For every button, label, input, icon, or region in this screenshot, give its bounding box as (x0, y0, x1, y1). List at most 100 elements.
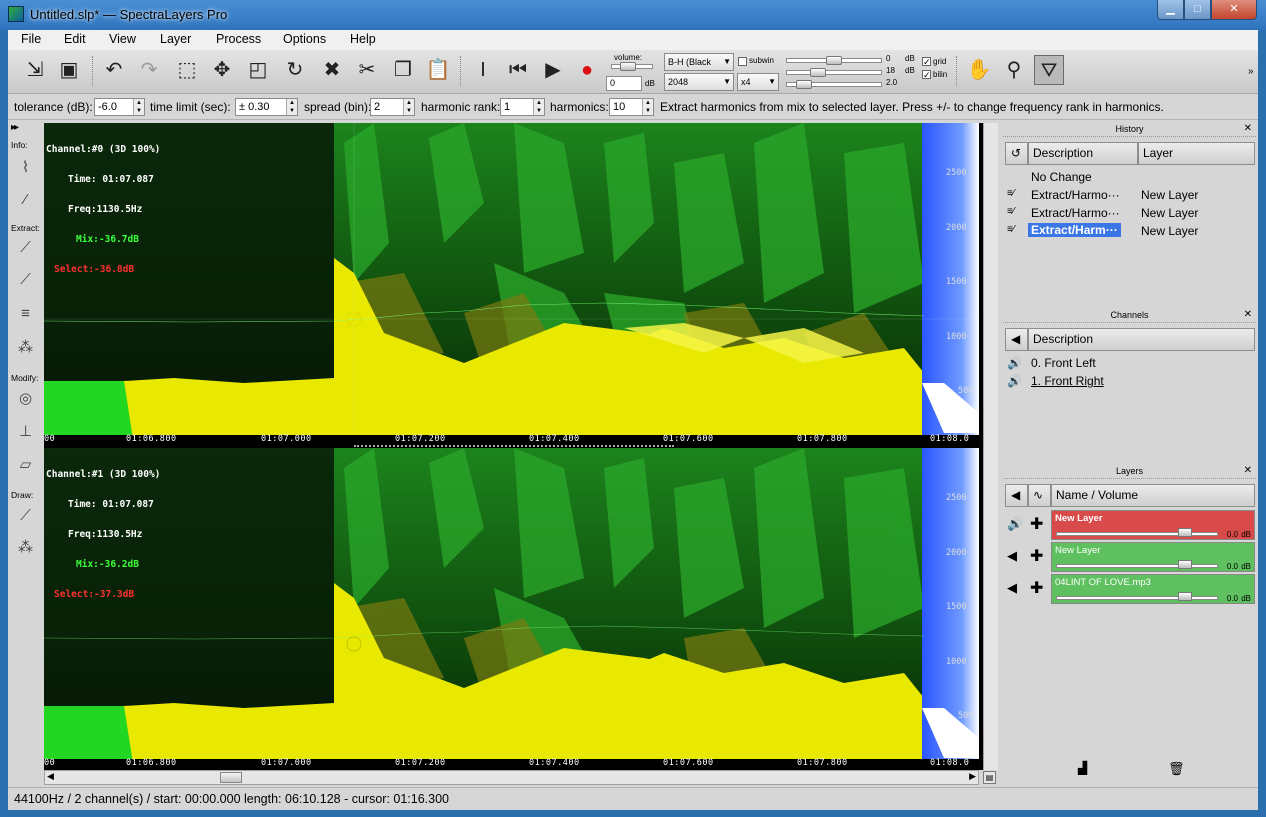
layers-col-name-volume[interactable]: Name / Volume (1051, 484, 1255, 507)
close-icon[interactable]: ✕ (1244, 123, 1252, 134)
lasso-icon[interactable]: ↻ (280, 55, 310, 85)
transform-icon[interactable]: ◰ (243, 55, 273, 85)
channels-col-description[interactable]: Description (1028, 328, 1255, 351)
minimize-button[interactable]: ▁ (1157, 0, 1184, 20)
scroll-right-icon[interactable]: ▶ (969, 771, 976, 782)
history-row-layer[interactable]: New Layer (1141, 224, 1198, 238)
spin-arrows-icon[interactable]: ▲ ▼ (286, 99, 297, 115)
speaker-icon[interactable]: ◀ (1005, 484, 1028, 507)
fft-size-select[interactable]: 2048 ▼ (664, 73, 734, 91)
extract-spray-icon[interactable]: ⁂ (12, 336, 39, 360)
undo-icon[interactable]: ↶ (99, 55, 129, 85)
collapse-icon[interactable]: ▸▸ (11, 122, 19, 133)
pane-splitter[interactable] (354, 445, 674, 448)
layer-row[interactable]: New Layer 0.0 dB (1051, 542, 1255, 572)
gamma-slider-thumb[interactable] (796, 80, 812, 89)
horizontal-scrollbar[interactable]: ◀ ▶ (44, 770, 979, 785)
redo-icon[interactable]: ↷ (134, 55, 164, 85)
history-col-description[interactable]: Description (1028, 142, 1138, 165)
menu-help[interactable]: Help (350, 32, 376, 46)
volume-input[interactable]: 0 (606, 76, 642, 91)
brightness-slider-thumb[interactable] (810, 68, 826, 77)
add-layer-icon[interactable]: ✚ (1030, 514, 1043, 534)
speaker-icon[interactable]: 🔊 (1007, 516, 1023, 532)
spin-arrows-icon[interactable]: ▲ ▼ (403, 99, 414, 115)
extract-brush-icon[interactable]: ⟋ (12, 236, 39, 260)
stamp-icon[interactable]: ⊥ (12, 420, 39, 444)
speaker-icon[interactable]: ◀ (1005, 328, 1028, 351)
waveform-info-icon[interactable]: ⌇ (12, 156, 39, 180)
play-icon[interactable]: ▶ (538, 55, 568, 85)
layer-row[interactable]: New Layer 0.0 dB (1051, 510, 1255, 540)
spread-input[interactable]: 2 ▲ ▼ (370, 98, 415, 116)
zoom-icon[interactable]: ⚲ (999, 55, 1029, 85)
cursor-icon[interactable]: I (468, 55, 498, 85)
grid-checkbox[interactable]: ✓ (922, 57, 931, 67)
brightness-slider-track[interactable] (786, 70, 882, 75)
history-row-layer[interactable]: New Layer (1141, 206, 1198, 220)
extract-wand-icon[interactable]: ⟋ (12, 268, 39, 292)
trash-icon[interactable]: 🗑 (1168, 761, 1185, 777)
close-button[interactable]: ✕ (1211, 0, 1257, 20)
move-icon[interactable]: ✥ (207, 55, 237, 85)
eyedropper-icon[interactable]: ⁄ (12, 188, 39, 212)
spectrogram-view[interactable]: 2500 2000 1500 1000 500 00 01:06.800 01:… (44, 123, 998, 770)
eraser-icon[interactable]: ▱ (12, 453, 39, 477)
cut-icon[interactable]: ✂ (352, 55, 382, 85)
record-icon[interactable]: ● (572, 55, 602, 85)
layer-volume-track[interactable] (1056, 532, 1218, 536)
menu-options[interactable]: Options (283, 32, 326, 46)
rect-select-icon[interactable]: ⬚ (172, 55, 202, 85)
menu-file[interactable]: File (21, 32, 41, 46)
paste-icon[interactable]: 📋 (423, 55, 453, 85)
layer-volume-track[interactable] (1056, 564, 1218, 568)
history-row-desc[interactable]: No Change (1031, 170, 1092, 184)
harmonics-icon[interactable]: ≡ (12, 302, 39, 326)
toolbar-overflow-icon[interactable]: » (1248, 66, 1254, 77)
add-layer-icon[interactable]: ✚ (1030, 546, 1043, 566)
speaker-icon[interactable]: 🔊 (1007, 374, 1022, 388)
close-icon[interactable]: ✕ (1244, 465, 1252, 476)
rewind-icon[interactable]: ⏮ (503, 55, 533, 85)
volume-slider-thumb[interactable] (620, 62, 636, 71)
history-row-desc-selected[interactable]: Extract/Harm··· (1028, 223, 1121, 237)
layer-row[interactable]: 04LINT OF LOVE.mp3 0.0 dB (1051, 574, 1255, 604)
spectrogram-channel-0[interactable] (44, 123, 979, 446)
hand-icon[interactable]: ✋ (964, 55, 994, 85)
harmonics-input[interactable]: 10 ▲ ▼ (609, 98, 654, 116)
layer-volume-thumb[interactable] (1178, 560, 1192, 569)
3d-view-icon[interactable]: ⛛ (1034, 55, 1064, 85)
history-row-desc[interactable]: Extract/Harmo··· (1031, 206, 1120, 220)
speaker-icon[interactable]: ◀ (1007, 580, 1017, 596)
disc-icon[interactable]: ◎ (12, 387, 39, 411)
channel-pane-1[interactable]: 2500 2000 1500 1000 500 00 01:06.800 01:… (44, 448, 998, 770)
vertical-scrollbar[interactable] (983, 123, 998, 770)
menu-edit[interactable]: Edit (64, 32, 86, 46)
copy-icon[interactable]: ❐ (388, 55, 418, 85)
layer-volume-track[interactable] (1056, 596, 1218, 600)
history-row-layer[interactable]: New Layer (1141, 188, 1198, 202)
subwin-checkbox[interactable] (738, 57, 747, 66)
overlap-select[interactable]: x4 ▼ (737, 73, 779, 91)
brush-icon[interactable]: ⟋ (12, 504, 39, 528)
add-layer-icon[interactable]: ✚ (1030, 578, 1043, 598)
menu-process[interactable]: Process (216, 32, 261, 46)
channel-row[interactable]: 0. Front Left (1031, 356, 1096, 370)
history-row-desc[interactable]: Extract/Harmo··· (1031, 188, 1120, 202)
spin-arrows-icon[interactable]: ▲ ▼ (642, 99, 653, 115)
bilin-checkbox[interactable]: ✓ (922, 70, 931, 80)
time-limit-input[interactable]: ± 0.30 ▲ ▼ (235, 98, 298, 116)
menu-layer[interactable]: Layer (160, 32, 191, 46)
delete-icon[interactable]: ✖ (317, 55, 347, 85)
close-icon[interactable]: ✕ (1244, 309, 1252, 320)
channel-pane-0[interactable]: 2500 2000 1500 1000 500 00 01:06.800 01:… (44, 123, 998, 446)
spectrogram-channel-1[interactable] (44, 448, 979, 770)
spray-icon[interactable]: ⁂ (12, 536, 39, 560)
speaker-icon[interactable]: 🔊 (1007, 356, 1022, 370)
import-icon[interactable]: ⇲ (20, 55, 50, 85)
layer-volume-thumb[interactable] (1178, 528, 1192, 537)
new-layer-icon[interactable]: ▟ (1078, 761, 1087, 775)
horizontal-scroll-thumb[interactable] (220, 772, 242, 783)
layer-volume-thumb[interactable] (1178, 592, 1192, 601)
menu-view[interactable]: View (109, 32, 136, 46)
